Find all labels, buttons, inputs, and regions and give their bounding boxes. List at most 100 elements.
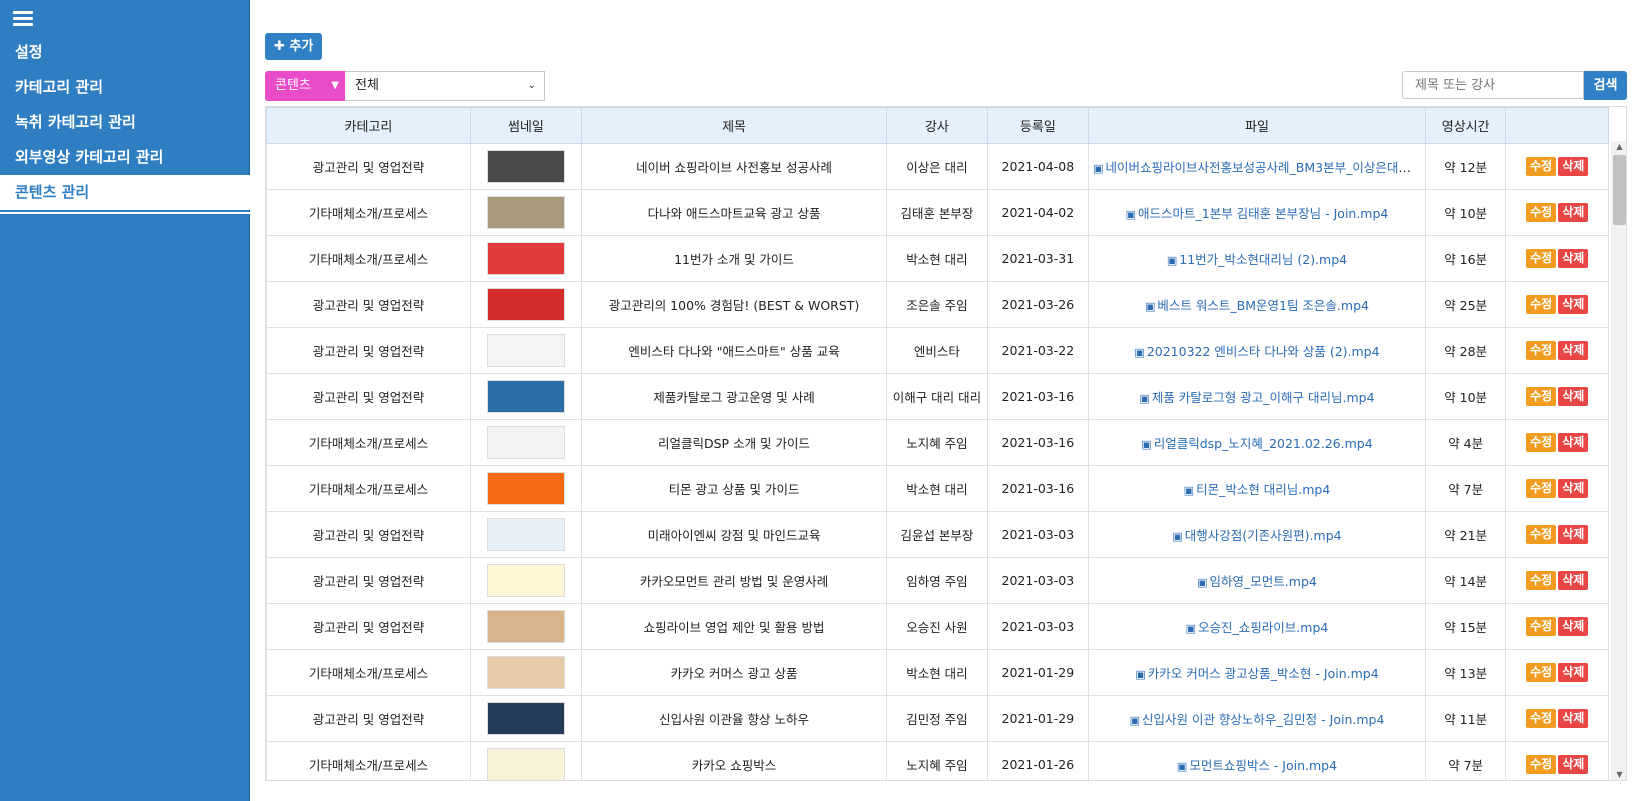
file-link[interactable]: 대행사강점(기존사원편).mp4 — [1185, 528, 1342, 543]
thumbnail-image[interactable] — [486, 656, 565, 689]
cell-thumbnail — [469, 189, 582, 236]
header-date[interactable]: 등록일 — [986, 107, 1090, 144]
file-link[interactable]: 애드스마트_1본부 김태훈 본부장님 - Join.mp4 — [1138, 206, 1388, 221]
delete-button[interactable]: 삭제 — [1558, 479, 1589, 498]
edit-button[interactable]: 수정 — [1526, 295, 1557, 314]
edit-button[interactable]: 수정 — [1526, 709, 1557, 728]
cell-thumbnail — [469, 695, 582, 742]
file-link[interactable]: 오승진_쇼핑라이브.mp4 — [1198, 620, 1328, 635]
cell-thumbnail — [469, 511, 582, 558]
edit-button[interactable]: 수정 — [1526, 571, 1557, 590]
file-link[interactable]: 티몬_박소현 대리님.mp4 — [1196, 482, 1330, 497]
content-type-select[interactable]: 콘텐츠 ▼ — [265, 71, 345, 101]
file-link[interactable]: 리얼클릭dsp_노지혜_2021.02.26.mp4 — [1154, 436, 1373, 451]
file-link[interactable]: 신입사원 이관 향상노하우_김민정 - Join.mp4 — [1142, 712, 1384, 727]
edit-button[interactable]: 수정 — [1526, 387, 1557, 406]
thumbnail-image[interactable] — [486, 472, 565, 505]
sidebar-item-content-management[interactable]: 콘텐츠 관리 — [0, 175, 250, 210]
file-link[interactable]: 모먼트쇼핑박스 - Join.mp4 — [1189, 758, 1337, 773]
table-row: 광고관리 및 영업전략 엔비스타 다나와 "애드스마트" 상품 교육 엔비스타 202… — [266, 327, 1609, 374]
edit-button[interactable]: 수정 — [1526, 525, 1557, 544]
cell-thumbnail — [469, 465, 582, 512]
thumbnail-image[interactable] — [486, 426, 565, 459]
file-link[interactable]: 20210322 엔비스타 다나와 상품 (2).mp4 — [1147, 344, 1380, 359]
thumbnail-image[interactable] — [486, 196, 565, 229]
sidebar-item-settings[interactable]: 설정 — [0, 35, 250, 70]
chevron-down-icon: ⌄ — [527, 80, 536, 91]
scrollbar-thumb[interactable] — [1613, 155, 1626, 225]
sidebar-divider — [0, 212, 250, 214]
hamburger-icon[interactable] — [13, 11, 33, 27]
thumbnail-image[interactable] — [486, 242, 565, 275]
delete-button[interactable]: 삭제 — [1558, 387, 1589, 406]
file-link[interactable]: 베스트 워스트_BM운영1팀 조은솔.mp4 — [1157, 298, 1369, 313]
scroll-down-icon[interactable]: ▼ — [1611, 769, 1626, 780]
cell-title: 신입사원 이관율 향상 노하우 — [580, 695, 888, 742]
header-thumbnail[interactable]: 썸네일 — [469, 107, 582, 144]
content-table-container: 카테고리 썸네일 제목 강사 등록일 파일 영상시간 광고관리 및 영업전략 네이… — [265, 106, 1627, 781]
table-scrollbar[interactable]: ▲ ▼ — [1611, 141, 1626, 780]
category-filter-select[interactable]: 전체 ⌄ — [345, 71, 545, 101]
cell-title: 리얼클릭DSP 소개 및 가이드 — [580, 419, 888, 466]
cell-thumbnail — [469, 603, 582, 650]
edit-button[interactable]: 수정 — [1526, 755, 1557, 774]
thumbnail-image[interactable] — [486, 150, 565, 183]
edit-button[interactable]: 수정 — [1526, 433, 1557, 452]
file-link[interactable]: 네이버쇼핑라이브사전홍보성공사례_BM3본부_이상은대리.mp4 — [1106, 160, 1425, 175]
delete-button[interactable]: 삭제 — [1558, 341, 1589, 360]
file-link[interactable]: 임하영_모먼트.mp4 — [1210, 574, 1317, 589]
delete-button[interactable]: 삭제 — [1558, 203, 1589, 222]
file-link[interactable]: 제품 카탈로그형 광고_이해구 대리님.mp4 — [1152, 390, 1375, 405]
edit-button[interactable]: 수정 — [1526, 203, 1557, 222]
header-title[interactable]: 제목 — [580, 107, 888, 144]
edit-button[interactable]: 수정 — [1526, 249, 1557, 268]
thumbnail-image[interactable] — [486, 334, 565, 367]
cell-duration: 약 25분 — [1424, 281, 1507, 328]
plus-icon: ✚ — [274, 39, 285, 54]
file-icon: ▣ — [1125, 208, 1136, 221]
delete-button[interactable]: 삭제 — [1558, 295, 1589, 314]
header-instructor[interactable]: 강사 — [886, 107, 988, 144]
edit-button[interactable]: 수정 — [1526, 479, 1557, 498]
delete-button[interactable]: 삭제 — [1558, 663, 1589, 682]
search-input[interactable] — [1402, 71, 1584, 99]
delete-button[interactable]: 삭제 — [1558, 755, 1589, 774]
edit-button[interactable]: 수정 — [1526, 341, 1557, 360]
thumbnail-image[interactable] — [486, 748, 565, 780]
sidebar-item-recording-category-management[interactable]: 녹취 카테고리 관리 — [0, 105, 250, 140]
delete-button[interactable]: 삭제 — [1558, 525, 1589, 544]
edit-button[interactable]: 수정 — [1526, 617, 1557, 636]
delete-button[interactable]: 삭제 — [1558, 709, 1589, 728]
delete-button[interactable]: 삭제 — [1558, 433, 1589, 452]
cell-instructor: 박소현 대리 — [886, 649, 988, 696]
file-link[interactable]: 11번가_박소현대리님 (2).mp4 — [1179, 252, 1347, 267]
cell-file: ▣ 모먼트쇼핑박스 - Join.mp4 — [1088, 741, 1426, 780]
header-duration[interactable]: 영상시간 — [1424, 107, 1507, 144]
cell-category: 기타매체소개/프로세스 — [266, 741, 471, 780]
delete-button[interactable]: 삭제 — [1558, 157, 1589, 176]
cell-duration: 약 21분 — [1424, 511, 1507, 558]
sidebar-item-external-video-category-management[interactable]: 외부영상 카테고리 관리 — [0, 140, 250, 175]
edit-button[interactable]: 수정 — [1526, 663, 1557, 682]
header-file[interactable]: 파일 — [1088, 107, 1426, 144]
header-category[interactable]: 카테고리 — [266, 107, 471, 144]
cell-instructor: 박소현 대리 — [886, 465, 988, 512]
table-row: 기타매체소개/프로세스 카카오 쇼핑박스 노지혜 주임 2021-01-26 ▣ 모먼트쇼… — [266, 741, 1609, 780]
scroll-up-icon[interactable]: ▲ — [1611, 141, 1626, 153]
delete-button[interactable]: 삭제 — [1558, 249, 1589, 268]
thumbnail-image[interactable] — [486, 564, 565, 597]
edit-button[interactable]: 수정 — [1526, 157, 1557, 176]
cell-file: ▣ 리얼클릭dsp_노지혜_2021.02.26.mp4 — [1088, 419, 1426, 466]
sidebar-item-category-management[interactable]: 카테고리 관리 — [0, 70, 250, 105]
thumbnail-image[interactable] — [486, 288, 565, 321]
thumbnail-image[interactable] — [486, 518, 565, 551]
add-button[interactable]: ✚ 추가 — [265, 33, 323, 60]
file-link[interactable]: 카카오 커머스 광고상품_박소현 - Join.mp4 — [1148, 666, 1379, 681]
thumbnail-image[interactable] — [486, 702, 565, 735]
delete-button[interactable]: 삭제 — [1558, 571, 1589, 590]
delete-button[interactable]: 삭제 — [1558, 617, 1589, 636]
thumbnail-image[interactable] — [486, 610, 565, 643]
thumbnail-image[interactable] — [486, 380, 565, 413]
search-button[interactable]: 검색 — [1584, 71, 1627, 100]
cell-thumbnail — [469, 281, 582, 328]
